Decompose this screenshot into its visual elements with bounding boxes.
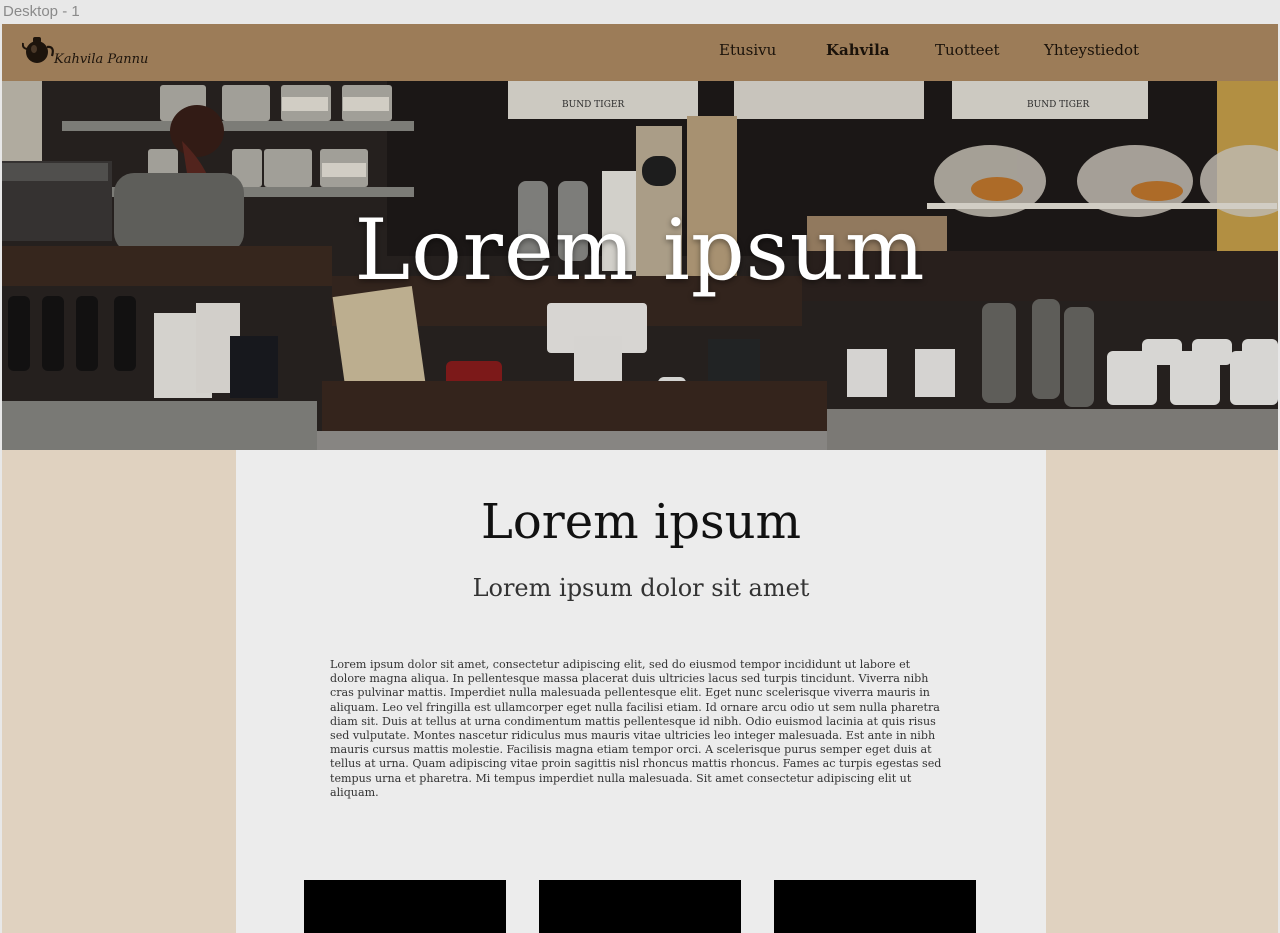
- content-subtitle: Lorem ipsum dolor sit amet: [472, 574, 810, 602]
- content-body-text: Lorem ipsum dolor sit amet, consectetur …: [330, 658, 942, 799]
- placeholder-block-2: [539, 880, 741, 933]
- hero-title: Lorem ipsum: [354, 201, 926, 299]
- nav-item-tuotteet[interactable]: Tuotteet: [935, 41, 1000, 59]
- content-section: Lorem ipsum Lorem ipsum dolor sit amet L…: [236, 450, 1046, 933]
- placeholder-block-3: [774, 880, 976, 933]
- nav-item-yhteystiedot[interactable]: Yhteystiedot: [1044, 41, 1139, 59]
- nav-item-etusivu[interactable]: Etusivu: [719, 41, 776, 59]
- brand-name: Kahvila Pannu: [54, 52, 149, 67]
- navbar: Kahvila Pannu Etusivu Kahvila Tuotteet Y…: [2, 24, 1278, 82]
- artboard-label: Desktop - 1: [3, 3, 80, 20]
- coffee-pot-icon: [22, 37, 54, 63]
- placeholder-block-1: [304, 880, 506, 933]
- page: Kahvila Pannu Etusivu Kahvila Tuotteet Y…: [2, 24, 1278, 933]
- nav-item-kahvila[interactable]: Kahvila: [826, 41, 890, 59]
- content-title: Lorem ipsum: [480, 494, 802, 550]
- hero-banner: BUND TIGER BUND TIGER Lorem ipsum: [2, 81, 1278, 450]
